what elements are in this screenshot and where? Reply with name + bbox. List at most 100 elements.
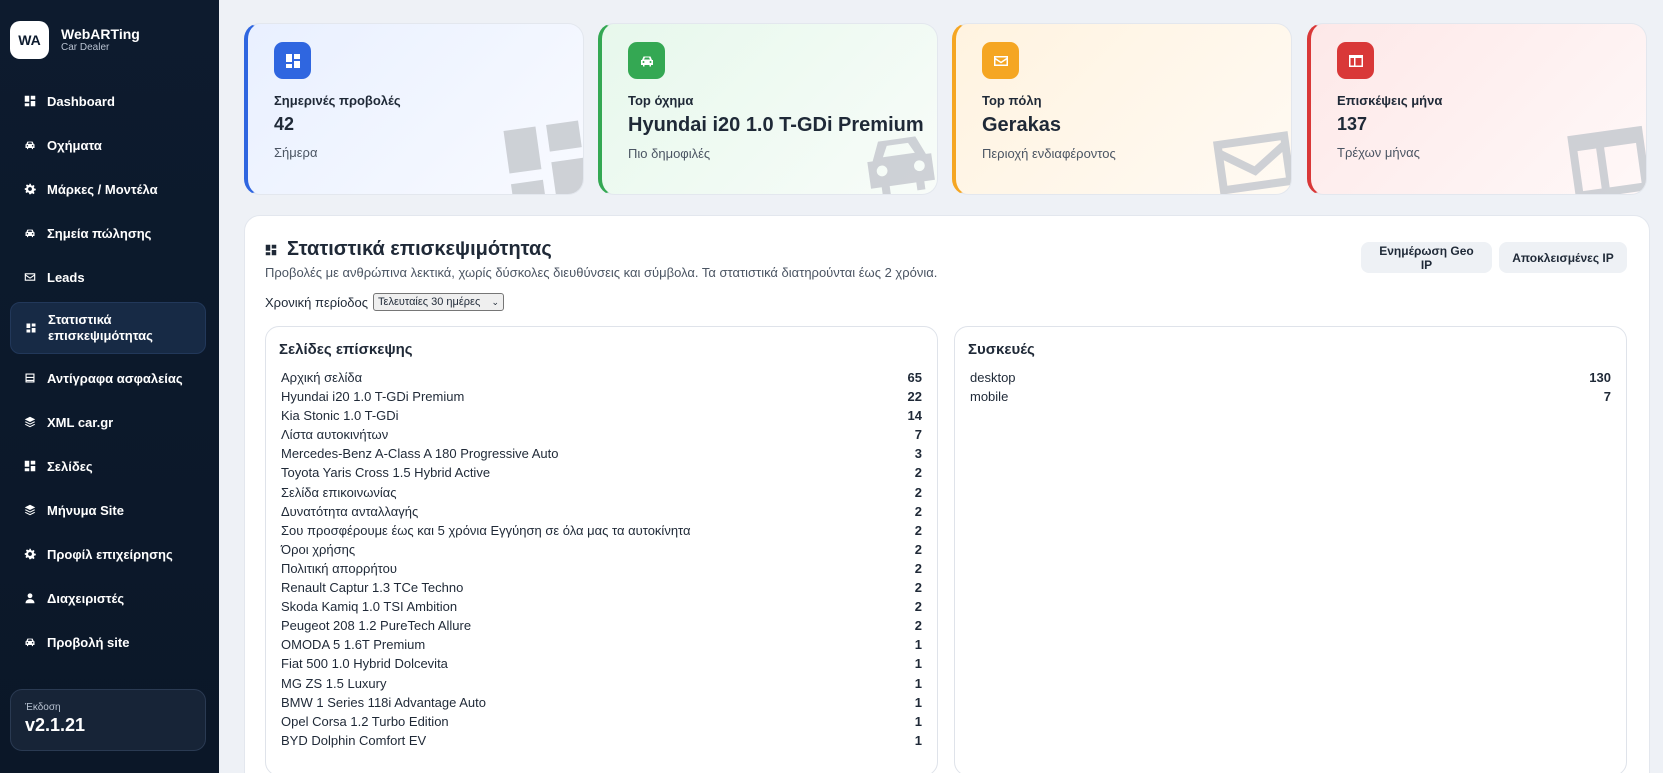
sidebar-item[interactable]: Στατιστικά επισκεψιμότητας [10, 302, 206, 354]
item-name: Fiat 500 1.0 Hybrid Dolcevita [281, 656, 448, 672]
version-box: Έκδοση v2.1.21 [10, 689, 206, 751]
sidebar-item-label: Προβολή site [47, 634, 130, 650]
update-geo-ip-button[interactable]: Ενημέρωση Geo IP [1361, 242, 1492, 273]
stat-card-top-city: Top πόλη Gerakas Περιοχή ενδιαφέροντος [952, 23, 1292, 195]
car-icon [24, 636, 36, 648]
item-count: 65 [907, 370, 922, 385]
devices-box: Συσκευές desktop 130 mobile 7 [954, 326, 1627, 773]
chevron-down-icon: ⌄ [491, 296, 500, 307]
user-icon [24, 592, 36, 604]
sidebar-item[interactable]: Μάρκες / Μοντέλα [10, 167, 206, 211]
devices-title: Συσκευές [968, 341, 1035, 358]
sidebar-item[interactable]: Σελίδες [10, 444, 206, 488]
blocked-ips-button[interactable]: Αποκλεισμένες IP [1499, 242, 1627, 273]
item-name: Skoda Kamiq 1.0 TSI Ambition [281, 599, 458, 615]
mail-icon [982, 42, 1019, 79]
sidebar-item-label: Αντίγραφα ασφαλείας [47, 370, 183, 386]
list-item: Αρχική σελίδα 65 [279, 370, 924, 389]
card-label: Επισκέψεις μήνα [1337, 93, 1443, 108]
car-icon [24, 139, 36, 151]
list-item: Λίστα αυτοκινήτων 7 [279, 427, 924, 446]
sidebar-item[interactable]: Προφίλ επιχείρησης [10, 532, 206, 576]
item-count: 2 [914, 618, 922, 634]
database-icon [24, 372, 36, 384]
sidebar-item[interactable]: Διαχειριστές [10, 576, 206, 620]
pages-title: Σελίδες επίσκεψης [279, 341, 413, 358]
list-item: desktop 130 [968, 370, 1613, 389]
stats-panel: Στατιστικά επισκεψιμότητας Προβολές με α… [244, 215, 1650, 773]
car-icon [24, 227, 36, 239]
item-name: Λίστα αυτοκινήτων [281, 427, 389, 443]
car-watermark-icon [857, 120, 937, 194]
sidebar-item[interactable]: Οχήματα [10, 123, 206, 167]
layers-icon [24, 504, 36, 516]
sidebar-item-label: Leads [47, 269, 85, 285]
card-label: Σημερινές προβολές [274, 93, 401, 108]
grid-icon [274, 42, 311, 79]
item-count: 1 [914, 656, 922, 672]
item-name: Kia Stonic 1.0 T-GDi [281, 408, 399, 424]
item-name: BMW 1 Series 118i Advantage Auto [281, 694, 486, 710]
sidebar-item-label: Dashboard [47, 93, 115, 109]
sidebar-item-label: Μήνυμα Site [47, 502, 124, 518]
card-label: Top πόλη [982, 93, 1042, 108]
stat-card-top-vehicle: Top όχημα Hyundai i20 1.0 T-GDi Premium … [598, 23, 938, 195]
list-item: Όροι χρήσης 2 [279, 542, 924, 561]
item-count: 22 [907, 389, 922, 405]
item-name: Σελίδα επικοινωνίας [281, 484, 397, 500]
sidebar-item[interactable]: Dashboard [10, 79, 206, 123]
sidebar-item-label: Διαχειριστές [47, 590, 125, 606]
item-count: 3 [914, 446, 922, 462]
sidebar-item-label: XML car.gr [47, 414, 114, 430]
list-item: MG ZS 1.5 Luxury 1 [279, 676, 924, 695]
item-count: 1 [914, 637, 922, 653]
sidebar-item[interactable]: Προβολή site [10, 620, 206, 664]
brand-subtitle: Car Dealer [61, 41, 110, 53]
item-count: 2 [914, 599, 922, 615]
item-count: 2 [914, 560, 922, 576]
list-item: Hyundai i20 1.0 T-GDi Premium 22 [279, 389, 924, 408]
grid-icon [24, 95, 36, 107]
car-icon [628, 42, 665, 79]
list-item: Fiat 500 1.0 Hybrid Dolcevita 1 [279, 656, 924, 675]
stat-card-monthly-visits: Επισκέψεις μήνα 137 Τρέχων μήνας [1307, 23, 1647, 195]
item-name: Renault Captur 1.3 TCe Techno [281, 580, 464, 596]
mail-icon [24, 271, 36, 283]
item-count: 2 [914, 465, 922, 481]
grid-watermark-icon [503, 120, 583, 194]
grid-small-icon [25, 322, 37, 334]
devices-list: desktop 130 mobile 7 [968, 370, 1613, 408]
period-select[interactable]: Τελευταίες 30 ημέρες ⌄ [373, 293, 505, 311]
card-label: Top όχημα [628, 93, 694, 108]
item-name: Peugeot 208 1.2 PureTech Allure [281, 618, 472, 634]
list-item: Σελίδα επικοινωνίας 2 [279, 485, 924, 504]
item-name: Toyota Yaris Cross 1.5 Hybrid Active [281, 465, 491, 481]
version-label: Έκδοση [25, 702, 61, 713]
period-filter: Χρονική περίοδος Τελευταίες 30 ημέρες ⌄ [265, 293, 505, 311]
item-name: Opel Corsa 1.2 Turbo Edition [281, 713, 449, 729]
item-count: 2 [914, 522, 922, 538]
item-count: 7 [1603, 389, 1611, 405]
sidebar-item[interactable]: Σημεία πώλησης [10, 211, 206, 255]
pages-box: Σελίδες επίσκεψης Αρχική σελίδα 65 Hyundai… [265, 326, 938, 773]
item-count: 2 [914, 503, 922, 519]
brand[interactable]: WA WebARTing Car Dealer [0, 0, 219, 60]
panel-title-text: Στατιστικά επισκεψιμότητας [287, 238, 552, 260]
sidebar-item[interactable]: Μήνυμα Site [10, 488, 206, 532]
item-name: Σου προσφέρουμε έως και 5 χρόνια Εγγύηση… [281, 522, 691, 538]
item-count: 2 [914, 580, 922, 596]
gear-icon [24, 183, 36, 195]
sidebar-item-label: Προφίλ επιχείρησης [47, 546, 173, 562]
item-name: Hyundai i20 1.0 T-GDi Premium [281, 389, 465, 405]
sidebar-item[interactable]: Leads [10, 255, 206, 299]
sidebar-item[interactable]: Αντίγραφα ασφαλείας [10, 356, 206, 400]
item-name: Mercedes-Benz A-Class A 180 Progressive … [281, 446, 559, 462]
grid-icon [24, 460, 36, 472]
sidebar-item-label: Στατιστικά επισκεψιμότητας [48, 312, 153, 343]
item-count: 1 [914, 732, 922, 748]
item-name: Όροι χρήσης [281, 541, 356, 557]
sidebar-item[interactable]: XML car.gr [10, 400, 206, 444]
panel-title: Στατιστικά επισκεψιμότητας [265, 238, 552, 261]
list-item: Σου προσφέρουμε έως και 5 χρόνια Εγγύηση… [279, 523, 924, 542]
stat-card-views: Σημερινές προβολές 42 Σήμερα [244, 23, 584, 195]
